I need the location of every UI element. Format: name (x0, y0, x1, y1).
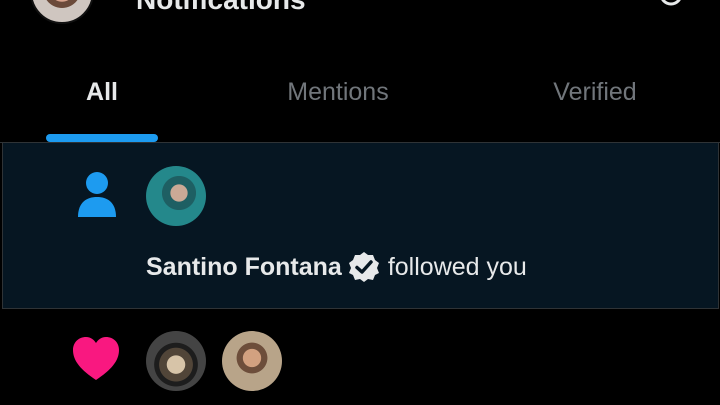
liker-avatar[interactable] (222, 331, 282, 391)
notification-tabs: All Mentions Verified (0, 58, 720, 144)
verified-badge-icon (348, 252, 379, 282)
notification-text: Santino Fontana followed you (146, 248, 527, 286)
page-title: Notifications (136, 0, 306, 14)
header: Notifications (0, 0, 720, 30)
liker-avatar[interactable] (146, 331, 206, 391)
tab-verified[interactable]: Verified (520, 58, 670, 126)
heart-icon (73, 337, 119, 380)
notification-action: followed you (387, 252, 527, 281)
actor-avatar[interactable] (146, 166, 206, 226)
user-avatar[interactable] (30, 0, 94, 24)
tab-mentions[interactable]: Mentions (258, 58, 418, 126)
tab-all[interactable]: All (46, 58, 158, 126)
gear-icon[interactable] (654, 0, 688, 14)
person-icon (78, 172, 116, 217)
actor-name[interactable]: Santino Fontana (146, 253, 342, 282)
active-tab-indicator (46, 134, 158, 142)
